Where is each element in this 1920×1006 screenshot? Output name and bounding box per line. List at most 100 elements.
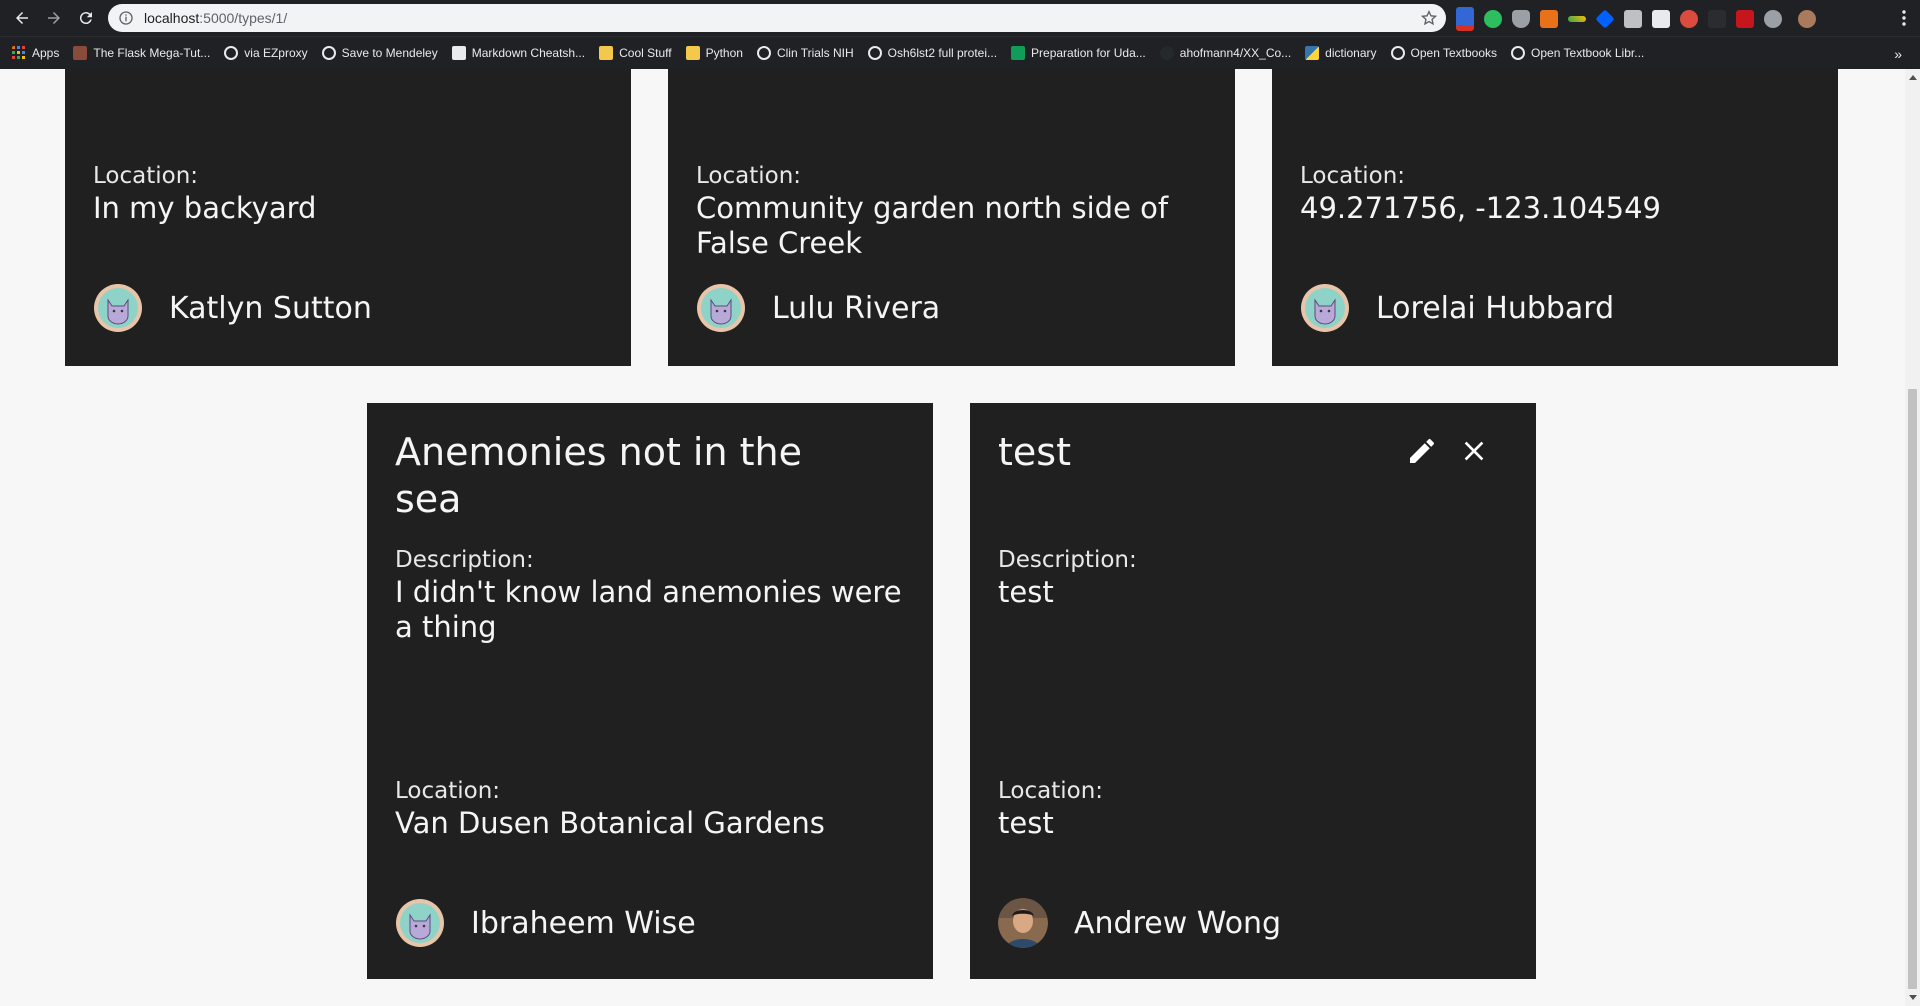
bookmark-label: dictionary bbox=[1325, 46, 1377, 60]
author-name: Lorelai Hubbard bbox=[1376, 290, 1615, 326]
settings-extension-icon[interactable] bbox=[1764, 10, 1782, 28]
bookmark-github[interactable]: ahofmann4/XX_Co... bbox=[1159, 37, 1292, 69]
bookmarks-overflow-button[interactable]: » bbox=[1894, 46, 1902, 62]
bookmark-apps[interactable]: Apps bbox=[12, 37, 59, 69]
bookmark-flask[interactable]: The Flask Mega-Tut... bbox=[73, 37, 210, 69]
author-name: Ibraheem Wise bbox=[471, 905, 696, 941]
cat-avatar-icon bbox=[1301, 284, 1349, 332]
cat-avatar-icon bbox=[396, 899, 444, 947]
card-author[interactable]: Katlyn Sutton bbox=[93, 283, 372, 333]
arrow-left-icon bbox=[16, 12, 28, 24]
card-author[interactable]: Ibraheem Wise bbox=[395, 898, 696, 948]
author-name: Lulu Rivera bbox=[772, 290, 941, 326]
browser-toolbar: localhost:5000/types/1/ bbox=[0, 0, 1920, 36]
card-author[interactable]: Andrew Wong bbox=[998, 898, 1281, 948]
url-path: :5000/types/1/ bbox=[199, 10, 288, 26]
bookmark-label: via EZproxy bbox=[244, 46, 308, 60]
sheets-icon bbox=[1011, 46, 1026, 60]
bookmark-label: Preparation for Uda... bbox=[1031, 46, 1146, 60]
folder-icon bbox=[685, 46, 700, 60]
forward-button[interactable] bbox=[40, 4, 68, 32]
mendeley-extension-icon[interactable] bbox=[1736, 10, 1754, 28]
location-label: Location: bbox=[93, 163, 199, 189]
edit-icon[interactable] bbox=[1406, 435, 1438, 467]
scroll-down-arrow-icon[interactable] bbox=[1909, 995, 1917, 1000]
globe-icon bbox=[321, 46, 336, 60]
bookmark-label: Open Textbook Libr... bbox=[1531, 46, 1645, 60]
bookmark-dictionary[interactable]: dictionary bbox=[1305, 37, 1377, 69]
bookmark-open-textbook-library[interactable]: Open Textbook Libr... bbox=[1511, 37, 1644, 69]
scrollbar-thumb[interactable] bbox=[1908, 389, 1917, 989]
location-value: Community garden north side of False Cre… bbox=[696, 191, 1169, 260]
globe-icon bbox=[224, 46, 239, 60]
bookmark-udacity[interactable]: Preparation for Uda... bbox=[1011, 37, 1146, 69]
bookmark-mendeley[interactable]: Save to Mendeley bbox=[321, 37, 438, 69]
observation-card: Location: Community garden north side of… bbox=[668, 69, 1235, 366]
back-button[interactable] bbox=[8, 4, 36, 32]
location-extension-icon[interactable] bbox=[1624, 10, 1642, 28]
card-author[interactable]: Lulu Rivera bbox=[696, 283, 940, 333]
user-photo-avatar bbox=[998, 898, 1048, 948]
description-value: test bbox=[998, 575, 1054, 609]
observation-card: Anemonies not in the sea Description: I … bbox=[367, 403, 933, 979]
menu-dots-icon[interactable] bbox=[1902, 10, 1906, 26]
location-value: 49.271756, -123.104549 bbox=[1300, 191, 1661, 225]
page-viewport: Location: In my backyard Katlyn Sutton L… bbox=[0, 69, 1905, 1006]
reload-button[interactable] bbox=[72, 4, 100, 32]
info-icon bbox=[119, 11, 133, 25]
author-name: Katlyn Sutton bbox=[169, 290, 372, 326]
location-value: In my backyard bbox=[93, 191, 317, 225]
description-value: I didn't know land anemonies were a thin… bbox=[395, 575, 902, 644]
evernote-extension-icon[interactable] bbox=[1484, 10, 1502, 28]
arrow-right-icon bbox=[48, 12, 60, 24]
markdown-icon bbox=[451, 46, 466, 60]
location-value: test bbox=[998, 806, 1054, 840]
doc-extension-icon[interactable] bbox=[1652, 10, 1670, 28]
dropbox-extension-icon[interactable] bbox=[1595, 9, 1615, 29]
bookmark-protein[interactable]: Osh6lst2 full protei... bbox=[867, 37, 997, 69]
bookmark-label: Save to Mendeley bbox=[341, 46, 438, 60]
bookmark-ezproxy[interactable]: via EZproxy bbox=[224, 37, 308, 69]
bookmark-open-textbooks[interactable]: Open Textbooks bbox=[1390, 37, 1498, 69]
observation-card: Location: In my backyard Katlyn Sutton bbox=[65, 69, 631, 366]
star-icon[interactable] bbox=[1420, 9, 1438, 27]
cat-avatar-icon bbox=[697, 284, 745, 332]
github-icon bbox=[1159, 46, 1174, 60]
close-icon[interactable] bbox=[1458, 435, 1490, 467]
card-actions bbox=[1406, 435, 1490, 467]
location-label: Location: bbox=[998, 778, 1104, 804]
bookmark-clin-trials[interactable]: Clin Trials NIH bbox=[756, 37, 854, 69]
bookmark-python-folder[interactable]: Python bbox=[685, 37, 743, 69]
globe-icon bbox=[867, 46, 882, 60]
bookmark-label: Apps bbox=[32, 46, 60, 60]
flask-tutorial-favicon bbox=[73, 46, 88, 60]
url-text[interactable]: localhost:5000/types/1/ bbox=[144, 10, 287, 26]
blank-extension-icon[interactable] bbox=[1708, 10, 1726, 28]
bookmark-cool-stuff[interactable]: Cool Stuff bbox=[599, 37, 672, 69]
bookmark-label: Open Textbooks bbox=[1410, 46, 1498, 60]
bookmark-label: Python bbox=[705, 46, 743, 60]
extensions-area bbox=[1456, 7, 1816, 31]
bookmark-label: Cool Stuff bbox=[619, 46, 672, 60]
location-value: Van Dusen Botanical Gardens bbox=[395, 806, 825, 840]
location-label: Location: bbox=[395, 778, 501, 804]
todoist-extension-icon[interactable] bbox=[1680, 10, 1698, 28]
globe-icon bbox=[1390, 46, 1405, 60]
page-scrollbar[interactable] bbox=[1905, 69, 1920, 1006]
bookmark-label: ahofmann4/XX_Co... bbox=[1179, 46, 1292, 60]
card-author[interactable]: Lorelai Hubbard bbox=[1300, 283, 1614, 333]
author-name: Andrew Wong bbox=[1074, 905, 1282, 941]
globe-icon bbox=[756, 46, 771, 60]
description-label: Description: bbox=[395, 547, 534, 573]
shield-extension-icon[interactable] bbox=[1512, 10, 1530, 28]
cat-avatar-icon bbox=[94, 284, 142, 332]
calendar-extension-icon[interactable] bbox=[1456, 7, 1474, 31]
office-extension-icon[interactable] bbox=[1540, 10, 1558, 28]
bookmarks-bar: Apps The Flask Mega-Tut... via EZproxy S… bbox=[0, 36, 1920, 69]
address-bar[interactable]: localhost:5000/types/1/ bbox=[108, 4, 1446, 32]
bookmark-markdown[interactable]: Markdown Cheatsh... bbox=[451, 37, 585, 69]
graph-extension-icon[interactable] bbox=[1568, 16, 1586, 22]
scroll-up-arrow-icon[interactable] bbox=[1909, 75, 1917, 80]
observation-card: Location: 49.271756, -123.104549 Lorelai… bbox=[1272, 69, 1838, 366]
profile-avatar-icon[interactable] bbox=[1798, 10, 1816, 28]
